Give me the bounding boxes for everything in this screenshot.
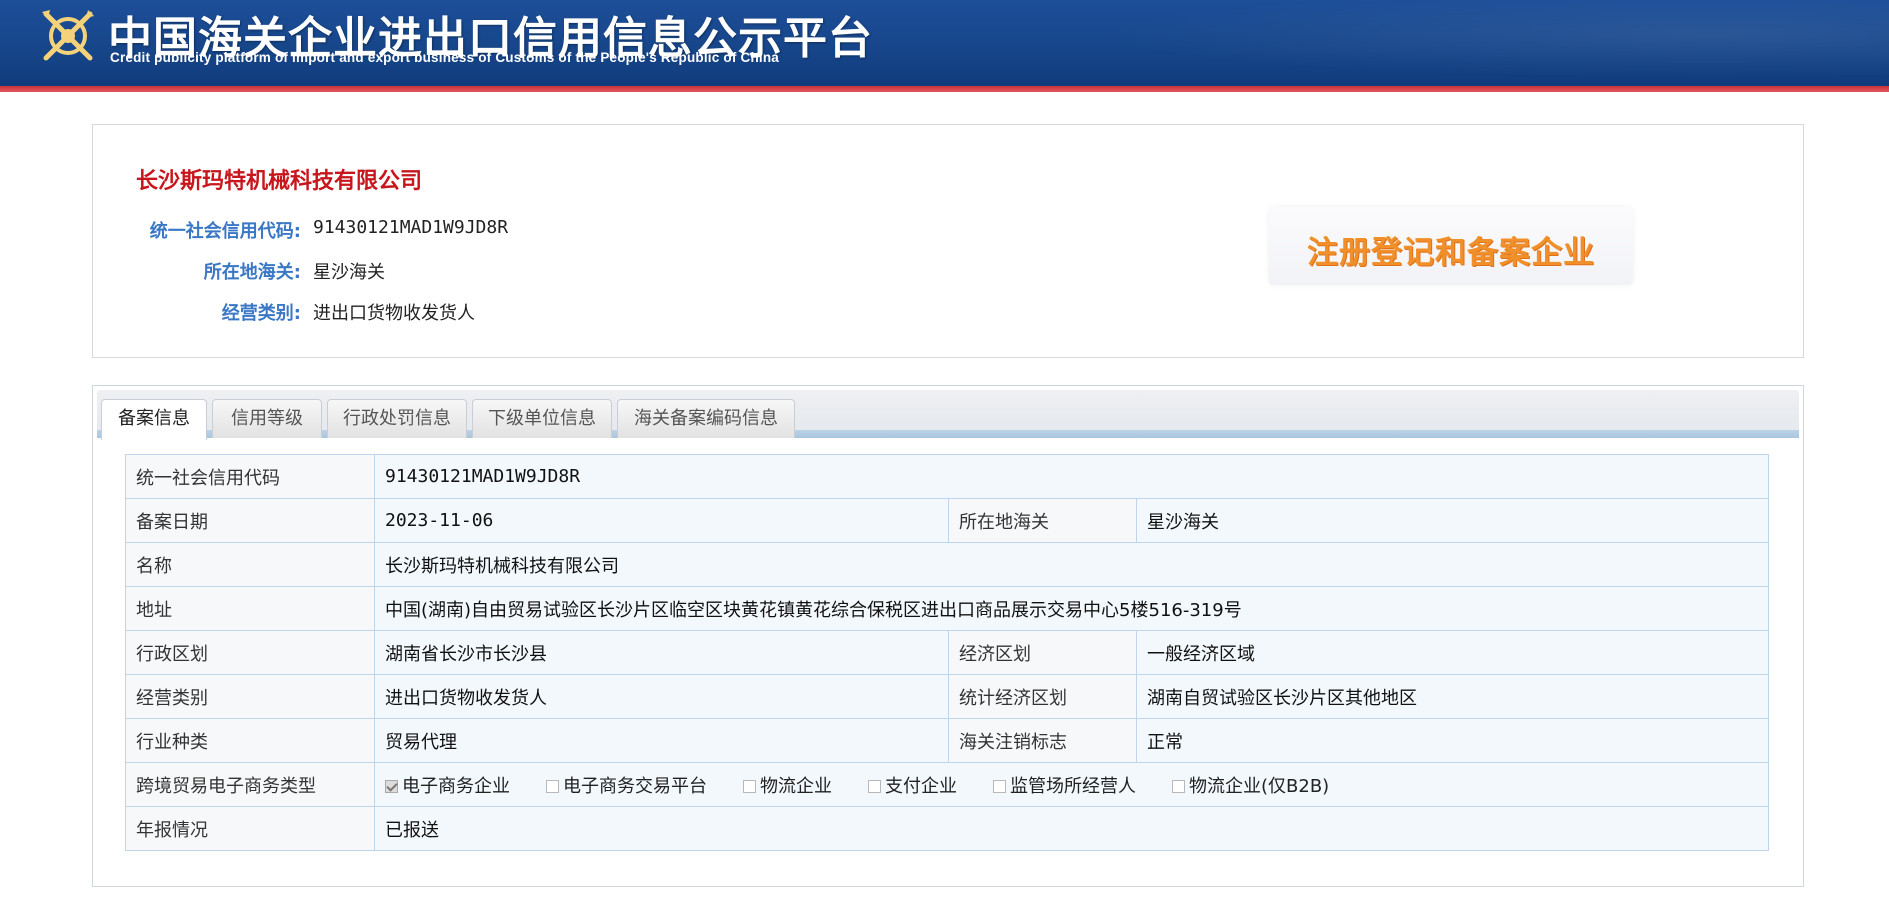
option-label: 支付企业 <box>885 775 957 797</box>
summary-value: 91430121MAD1W9JD8R <box>313 217 509 238</box>
checkbox-checked[interactable] <box>385 779 398 793</box>
tab-subordinate-units[interactable]: 下级单位信息 <box>472 399 612 438</box>
detail-panel: 备案信息 信用等级 行政处罚信息 下级单位信息 海关备案编码信息 统一社会信用代… <box>92 385 1804 887</box>
summary-label: 经营类别: <box>221 303 301 324</box>
field-label: 跨境贸易电子商务类型 <box>125 762 375 807</box>
table-row: 地址 中国(湖南)自由贸易试验区长沙片区临空区块黄花镇黄花综合保税区进出口商品展… <box>125 586 1769 631</box>
site-subtitle: Credit publicity platform of import and … <box>110 50 780 65</box>
field-label: 名称 <box>125 542 375 587</box>
option-label: 物流企业 <box>760 775 832 797</box>
tab-credit-rating[interactable]: 信用等级 <box>212 399 322 438</box>
field-label: 统计经济区划 <box>948 674 1137 719</box>
site-header: 中国海关企业进出口信用信息公示平台 Credit publicity platf… <box>0 0 1889 92</box>
field-label: 行政区划 <box>125 630 375 675</box>
tab-bar: 备案信息 信用等级 行政处罚信息 下级单位信息 海关备案编码信息 <box>97 390 1799 440</box>
tab-customs-record-code[interactable]: 海关备案编码信息 <box>617 399 795 438</box>
tab-admin-penalty[interactable]: 行政处罚信息 <box>327 399 467 438</box>
checkbox-unchecked[interactable] <box>868 779 881 793</box>
field-value-stat-zone: 湖南自贸试验区长沙片区其他地区 <box>1136 674 1769 719</box>
checkbox-unchecked[interactable] <box>1172 779 1185 793</box>
summary-row-business-type: 经营类别: 进出口货物收发货人 <box>93 299 693 325</box>
company-name: 长沙斯玛特机械科技有限公司 <box>136 169 423 194</box>
field-value-business-type: 进出口货物收发货人 <box>374 674 949 719</box>
record-info-table: 统一社会信用代码 91430121MAD1W9JD8R 备案日期 2023-11… <box>125 454 1769 851</box>
tab-record-info[interactable]: 备案信息 <box>101 399 207 440</box>
table-row: 经营类别 进出口货物收发货人 统计经济区划 湖南自贸试验区长沙片区其他地区 <box>125 674 1769 719</box>
field-value-annual-report: 已报送 <box>374 806 1769 851</box>
field-label: 所在地海关 <box>948 498 1137 543</box>
ecommerce-option[interactable]: 监管场所经营人 <box>993 772 1136 798</box>
option-label: 电子商务交易平台 <box>563 775 707 797</box>
table-row: 名称 长沙斯玛特机械科技有限公司 <box>125 542 1769 587</box>
field-label: 统一社会信用代码 <box>125 454 375 499</box>
ecommerce-type-options: 电子商务企业 电子商务交易平台 物流企业 支付企业 监管场所经营人 物流企业(仅B2B) <box>374 762 1769 807</box>
option-label: 监管场所经营人 <box>1010 775 1136 797</box>
table-row: 备案日期 2023-11-06 所在地海关 星沙海关 <box>125 498 1769 543</box>
summary-value: 进出口货物收发货人 <box>313 303 475 324</box>
ecommerce-option[interactable]: 电子商务企业 <box>385 772 510 798</box>
field-label: 年报情况 <box>125 806 375 851</box>
summary-value: 星沙海关 <box>313 262 385 283</box>
field-value-admin-region: 湖南省长沙市长沙县 <box>374 630 949 675</box>
ecommerce-option[interactable]: 支付企业 <box>868 772 957 798</box>
customs-emblem-icon <box>42 10 94 61</box>
table-row: 年报情况 已报送 <box>125 806 1769 851</box>
field-label: 经济区划 <box>948 630 1137 675</box>
table-row: 行政区划 湖南省长沙市长沙县 经济区划 一般经济区域 <box>125 630 1769 675</box>
checkbox-unchecked[interactable] <box>743 779 756 793</box>
field-value-customs: 星沙海关 <box>1136 498 1769 543</box>
checkbox-unchecked[interactable] <box>546 779 559 793</box>
badge-text: 注册登记和备案企业 <box>1307 235 1595 271</box>
field-value-cancel-flag: 正常 <box>1136 718 1769 763</box>
table-row: 跨境贸易电子商务类型 电子商务企业 电子商务交易平台 物流企业 支付企业 监管场所经营人… <box>125 762 1769 807</box>
field-label: 地址 <box>125 586 375 631</box>
field-value-credit-code: 91430121MAD1W9JD8R <box>374 454 1769 499</box>
field-label: 经营类别 <box>125 674 375 719</box>
table-row: 统一社会信用代码 91430121MAD1W9JD8R <box>125 454 1769 499</box>
field-label: 海关注销标志 <box>948 718 1137 763</box>
registration-badge: 注册登记和备案企业 <box>1269 207 1633 285</box>
summary-label: 所在地海关: <box>203 262 301 283</box>
ecommerce-option[interactable]: 电子商务交易平台 <box>546 772 707 798</box>
company-summary-card: 长沙斯玛特机械科技有限公司 统一社会信用代码: 91430121MAD1W9JD… <box>92 124 1804 358</box>
field-value-industry: 贸易代理 <box>374 718 949 763</box>
summary-row-customs: 所在地海关: 星沙海关 <box>93 258 693 284</box>
summary-row-credit-code: 统一社会信用代码: 91430121MAD1W9JD8R <box>93 217 693 243</box>
field-value-name: 长沙斯玛特机械科技有限公司 <box>374 542 1769 587</box>
ecommerce-option[interactable]: 物流企业(仅B2B) <box>1172 772 1329 798</box>
checkbox-unchecked[interactable] <box>993 779 1006 793</box>
table-row: 行业种类 贸易代理 海关注销标志 正常 <box>125 718 1769 763</box>
field-value-econ-zone: 一般经济区域 <box>1136 630 1769 675</box>
option-label: 电子商务企业 <box>402 775 510 797</box>
field-value-record-date: 2023-11-06 <box>374 498 949 543</box>
field-label: 备案日期 <box>125 498 375 543</box>
ecommerce-option[interactable]: 物流企业 <box>743 772 832 798</box>
field-label: 行业种类 <box>125 718 375 763</box>
option-label: 物流企业(仅B2B) <box>1189 775 1330 797</box>
header-divider <box>0 86 1889 92</box>
summary-label: 统一社会信用代码: <box>149 221 301 242</box>
header-decoration <box>989 0 1889 86</box>
field-value-address: 中国(湖南)自由贸易试验区长沙片区临空区块黄花镇黄花综合保税区进出口商品展示交易… <box>374 586 1769 631</box>
